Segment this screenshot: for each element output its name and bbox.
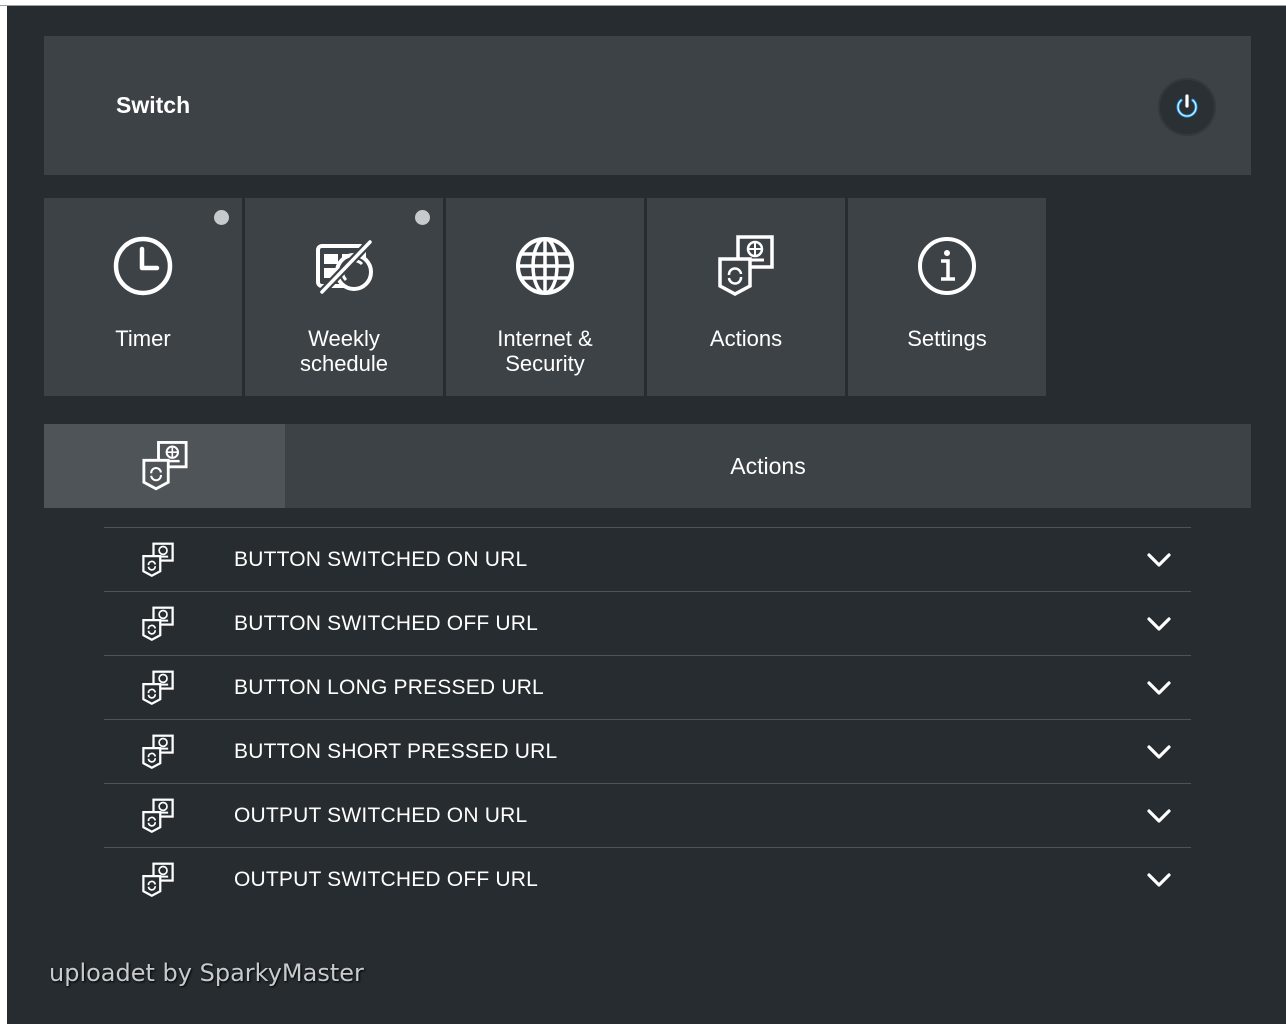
tile-timer-label: Timer bbox=[115, 326, 171, 351]
timer-indicator-dot bbox=[214, 210, 229, 225]
calendar-off-icon bbox=[316, 238, 374, 296]
tile-internet-security[interactable]: Internet & Security bbox=[446, 198, 644, 396]
app-screen: Switch Timer Weekly schedule Internet & … bbox=[7, 6, 1286, 1024]
actions-icon bbox=[142, 606, 174, 642]
action-row[interactable]: BUTTON LONG PRESSED URL bbox=[104, 655, 1191, 719]
chevron-down-icon[interactable] bbox=[1145, 868, 1173, 892]
globe-icon bbox=[516, 237, 574, 295]
tile-weekly-schedule-label: Weekly schedule bbox=[299, 326, 389, 376]
actions-icon bbox=[141, 441, 188, 491]
section-title: Actions bbox=[730, 453, 806, 479]
tile-weekly-schedule[interactable]: Weekly schedule bbox=[245, 198, 443, 396]
action-row-label: OUTPUT SWITCHED OFF URL bbox=[234, 868, 539, 891]
action-row[interactable]: OUTPUT SWITCHED OFF URL bbox=[104, 847, 1191, 911]
action-row-label: BUTTON SWITCHED OFF URL bbox=[234, 612, 539, 635]
tile-actions-label: Actions bbox=[709, 326, 783, 351]
device-title: Switch bbox=[116, 92, 191, 118]
tile-settings-label: Settings bbox=[907, 326, 987, 351]
chevron-down-icon[interactable] bbox=[1145, 676, 1173, 700]
actions-icon bbox=[142, 734, 174, 770]
feature-tiles: Timer Weekly schedule Internet & Securit… bbox=[44, 198, 1046, 396]
actions-section-header: Actions bbox=[44, 424, 1251, 508]
chevron-down-icon[interactable] bbox=[1145, 740, 1173, 764]
info-icon bbox=[918, 237, 976, 295]
action-row[interactable]: OUTPUT SWITCHED ON URL bbox=[104, 783, 1191, 847]
action-row-label: BUTTON LONG PRESSED URL bbox=[234, 676, 544, 699]
action-row-label: OUTPUT SWITCHED ON URL bbox=[234, 804, 528, 827]
action-row[interactable]: BUTTON SWITCHED OFF URL bbox=[104, 591, 1191, 655]
tile-actions[interactable]: Actions bbox=[647, 198, 845, 396]
device-header: Switch bbox=[44, 36, 1251, 175]
actions-list: BUTTON SWITCHED ON URL BUTTON SWITCHED O… bbox=[104, 527, 1191, 911]
action-row[interactable]: BUTTON SHORT PRESSED URL bbox=[104, 719, 1191, 783]
uploader-credit: uploadet by SparkyMaster bbox=[49, 959, 364, 987]
tile-internet-security-label: Internet & Security bbox=[497, 326, 593, 376]
action-row[interactable]: BUTTON SWITCHED ON URL bbox=[104, 527, 1191, 591]
power-icon bbox=[1176, 94, 1198, 118]
chevron-down-icon[interactable] bbox=[1145, 804, 1173, 828]
power-button[interactable] bbox=[1158, 78, 1216, 136]
actions-icon bbox=[142, 670, 174, 706]
chevron-down-icon[interactable] bbox=[1145, 548, 1173, 572]
clock-icon bbox=[113, 236, 173, 296]
action-row-label: BUTTON SWITCHED ON URL bbox=[234, 548, 528, 571]
tile-timer[interactable]: Timer bbox=[44, 198, 242, 396]
chevron-down-icon[interactable] bbox=[1145, 612, 1173, 636]
tile-settings[interactable]: Settings bbox=[848, 198, 1046, 396]
actions-icon bbox=[142, 798, 174, 834]
actions-icon bbox=[718, 235, 774, 296]
actions-icon bbox=[142, 862, 174, 898]
schedule-indicator-dot bbox=[415, 210, 430, 225]
section-icon-box bbox=[44, 424, 285, 508]
actions-icon bbox=[142, 542, 174, 578]
action-row-label: BUTTON SHORT PRESSED URL bbox=[234, 740, 558, 763]
